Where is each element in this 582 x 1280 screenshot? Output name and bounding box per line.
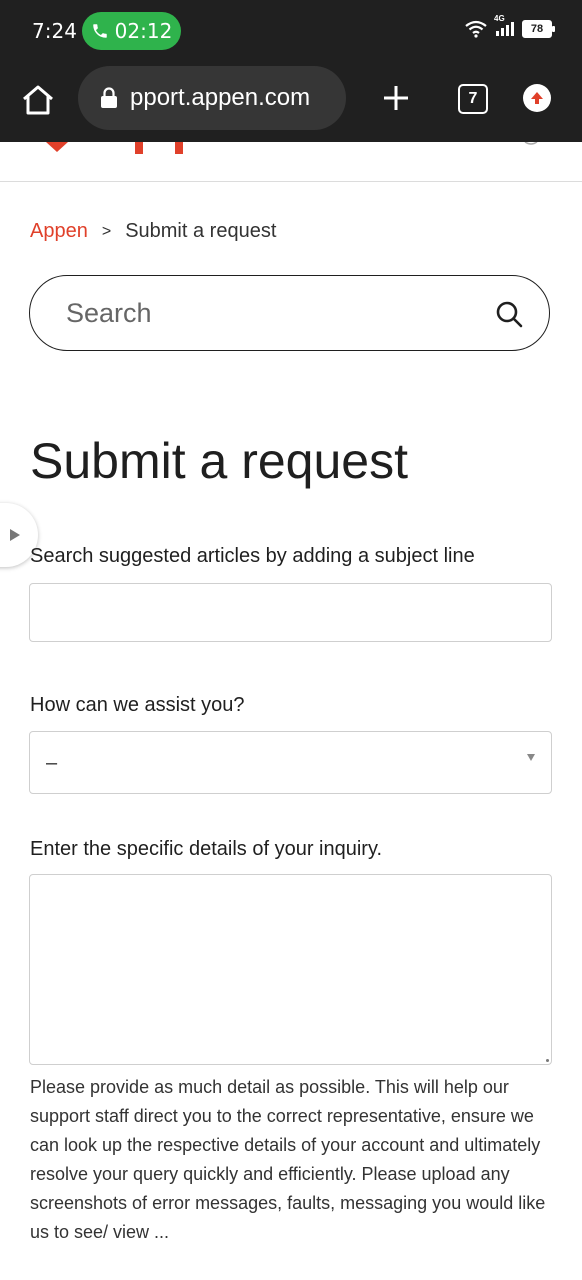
breadcrumb: Appen > Submit a request: [30, 220, 276, 243]
battery-level: 78: [530, 23, 544, 35]
network-type: 4G: [494, 14, 505, 23]
home-icon[interactable]: [20, 82, 56, 118]
browser-menu-button[interactable]: [523, 84, 551, 112]
update-arrow-icon: [531, 92, 543, 104]
resize-handle[interactable]: [546, 1059, 549, 1062]
battery-icon: 78: [522, 20, 555, 38]
search-icon[interactable]: [495, 300, 523, 328]
breadcrumb-home-link[interactable]: Appen: [30, 220, 88, 243]
clock: 7:24: [32, 19, 77, 43]
assist-select[interactable]: –: [29, 731, 552, 794]
status-bar: 7:24 02:12 4G 78: [0, 0, 582, 62]
search-input[interactable]: [64, 296, 468, 330]
search-box: [29, 275, 550, 351]
tab-count: 7: [468, 90, 478, 107]
details-textarea[interactable]: [29, 874, 552, 1065]
subject-field[interactable]: [29, 583, 552, 642]
browser-toolbar: pport.appen.com 7: [0, 62, 582, 142]
assist-selected-value: –: [46, 752, 58, 774]
expand-arrow-icon: [10, 529, 20, 541]
tabs-icon[interactable]: 7: [458, 84, 488, 114]
wifi-icon: [465, 20, 487, 38]
lock-icon: [101, 87, 117, 108]
header-divider: [0, 181, 582, 182]
status-icons: 4G 78: [464, 14, 555, 38]
call-timer: 02:12: [114, 19, 173, 43]
ongoing-call-indicator[interactable]: 02:12: [82, 12, 181, 50]
details-help-text: Please provide as much detail as possibl…: [30, 1077, 546, 1242]
page-title: Submit a request: [30, 433, 408, 489]
address-bar[interactable]: pport.appen.com: [78, 66, 346, 130]
details-label: Enter the specific details of your inqui…: [30, 838, 383, 860]
chevron-down-icon: [527, 754, 535, 761]
url-text: pport.appen.com: [130, 84, 311, 111]
site-logo[interactable]: [0, 142, 582, 156]
breadcrumb-separator: >: [101, 222, 112, 240]
plus-icon[interactable]: [380, 82, 412, 114]
signal-icon: 4G: [494, 14, 514, 36]
breadcrumb-current: Submit a request: [125, 220, 277, 242]
assist-label: How can we assist you?: [30, 694, 245, 716]
subject-label: Search suggested articles by adding a su…: [30, 545, 475, 567]
phone-icon: [92, 24, 107, 38]
